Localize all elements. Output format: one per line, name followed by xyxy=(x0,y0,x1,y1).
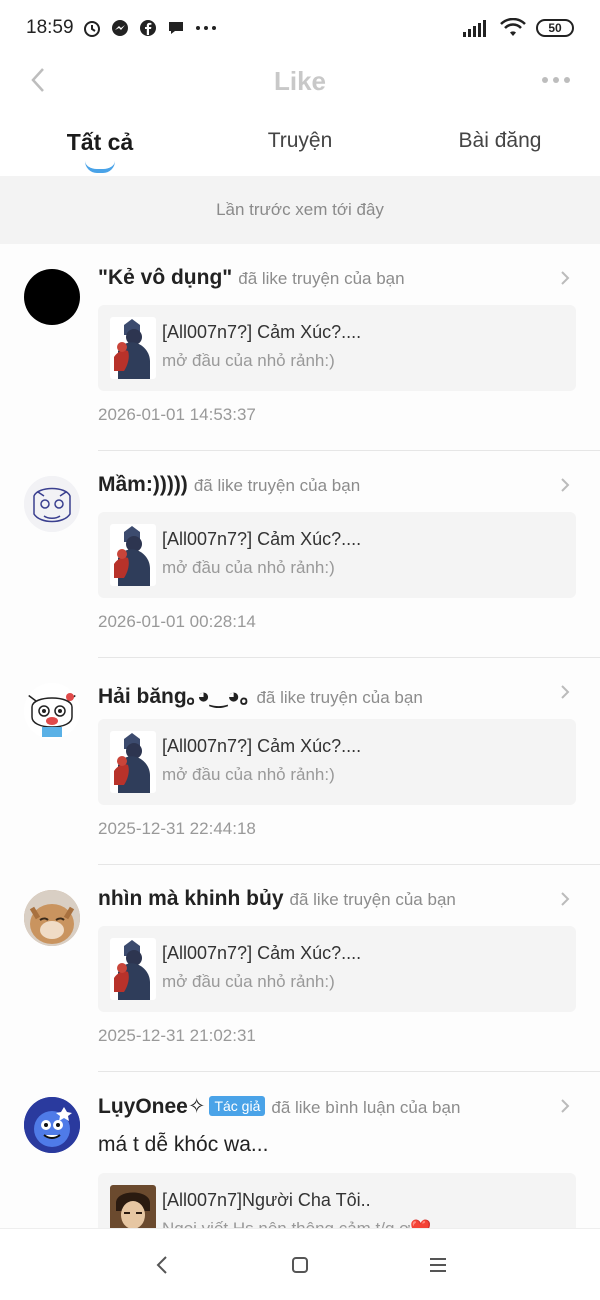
tab-label: Truyện xyxy=(267,129,333,152)
username[interactable]: LụyOnee✧ xyxy=(98,1095,205,1118)
like-feed[interactable]: "Kẻ vô dụng" đã like truyện của bạn [All0… xyxy=(0,244,600,1228)
chevron-right-icon[interactable] xyxy=(558,1099,572,1113)
dot-icon xyxy=(542,77,548,83)
avatar[interactable] xyxy=(24,476,80,532)
chat-bubble-icon xyxy=(166,18,186,38)
username[interactable]: Hải băng｡◕‿◕｡ xyxy=(98,685,250,708)
wifi-icon xyxy=(500,18,526,38)
username[interactable]: Mầm:))))) xyxy=(98,473,188,496)
dot-icon xyxy=(553,77,559,83)
list-item[interactable]: nhìn mà khinh bủy đã like truyện của bạn … xyxy=(0,865,600,1072)
system-nav-bar xyxy=(0,1228,600,1300)
user-line: nhìn mà khinh bủy đã like truyện của bạn xyxy=(98,887,560,911)
story-thumbnail xyxy=(110,938,156,1000)
tab-bar: Tất cả Truyện Bài đăng xyxy=(0,115,600,173)
last-seen-banner: Lần trước xem tới đây xyxy=(0,176,600,244)
list-item[interactable]: Hải băng｡◕‿◕｡ đã like truyện của bạn [All… xyxy=(0,658,600,865)
action-text: đã like bình luận của bạn xyxy=(271,1098,461,1117)
chevron-right-icon[interactable] xyxy=(558,892,572,906)
action-text: đã like truyện của bạn xyxy=(289,890,456,909)
avatar[interactable] xyxy=(24,890,80,946)
status-bar: 18:59 50 xyxy=(0,0,600,56)
story-subtitle: mở đầu của nhỏ rảnh:) xyxy=(162,972,335,991)
home-nav-icon[interactable] xyxy=(286,1251,314,1279)
story-card[interactable]: [All007n7?] Cảm Xúc?.... mở đầu của nhỏ … xyxy=(98,719,576,805)
story-subtitle: mở đầu của nhỏ rảnh:) xyxy=(162,351,335,370)
story-card[interactable]: [All007n7?] Cảm Xúc?.... mở đầu của nhỏ … xyxy=(98,305,576,391)
author-badge: Tác giả xyxy=(209,1096,266,1116)
timestamp: 2026-01-01 00:28:14 xyxy=(98,612,256,631)
menu-nav-icon[interactable] xyxy=(424,1251,452,1279)
story-thumbnail xyxy=(110,731,156,793)
story-title: [All007n7?] Cảm Xúc?.... xyxy=(162,529,362,549)
chevron-right-icon[interactable] xyxy=(558,271,572,285)
avatar[interactable] xyxy=(24,683,80,739)
story-title: [All007n7]Người Cha Tôi.. xyxy=(162,1190,371,1210)
facebook-icon xyxy=(138,18,158,38)
list-item[interactable]: Mầm:))))) đã like truyện của bạn [All007n… xyxy=(0,451,600,658)
tab-posts[interactable]: Bài đăng xyxy=(400,115,600,173)
nav-bar: Like xyxy=(0,56,600,106)
alarm-icon xyxy=(82,18,102,38)
tab-label: Tất cả xyxy=(66,129,134,155)
story-card[interactable]: [All007n7]Người Cha Tôi.. Ngọi viết Hs n… xyxy=(98,1173,576,1228)
timestamp: 2025-12-31 22:44:18 xyxy=(98,819,256,838)
avatar[interactable] xyxy=(24,269,80,325)
avatar[interactable] xyxy=(24,1097,80,1153)
user-line: "Kẻ vô dụng" đã like truyện của bạn xyxy=(98,266,560,290)
dot-icon xyxy=(564,77,570,83)
active-tab-indicator xyxy=(85,161,115,173)
story-thumbnail xyxy=(110,1185,156,1228)
story-title: [All007n7?] Cảm Xúc?.... xyxy=(162,736,362,756)
story-thumbnail xyxy=(110,317,156,379)
back-nav-icon[interactable] xyxy=(148,1251,176,1279)
more-options-button[interactable] xyxy=(536,62,576,98)
story-card[interactable]: [All007n7?] Cảm Xúc?.... mở đầu của nhỏ … xyxy=(98,926,576,1012)
messenger-icon xyxy=(110,18,130,38)
signal-icon xyxy=(462,18,490,38)
story-title: [All007n7?] Cảm Xúc?.... xyxy=(162,322,362,342)
comment-text: má t dễ khóc wa... xyxy=(98,1133,269,1156)
username[interactable]: nhìn mà khinh bủy xyxy=(98,887,284,910)
timestamp: 2026-01-01 14:53:37 xyxy=(98,405,256,424)
chevron-right-icon[interactable] xyxy=(558,478,572,492)
list-item[interactable]: "Kẻ vô dụng" đã like truyện của bạn [All0… xyxy=(0,244,600,451)
back-button[interactable] xyxy=(20,62,56,98)
user-line: Hải băng｡◕‿◕｡ đã like truyện của bạn xyxy=(98,680,560,710)
action-text: đã like truyện của bạn xyxy=(256,688,423,707)
story-subtitle: mở đầu của nhỏ rảnh:) xyxy=(162,558,335,577)
page-title: Like xyxy=(273,65,327,96)
more-icon xyxy=(194,18,218,38)
story-thumbnail xyxy=(110,524,156,586)
tab-all[interactable]: Tất cả xyxy=(0,115,200,173)
tab-label: Bài đăng xyxy=(458,129,542,152)
username[interactable]: "Kẻ vô dụng" xyxy=(98,266,232,289)
story-title: [All007n7?] Cảm Xúc?.... xyxy=(162,943,362,963)
tab-stories[interactable]: Truyện xyxy=(200,115,400,173)
status-time: 18:59 xyxy=(26,17,74,38)
timestamp: 2025-12-31 21:02:31 xyxy=(98,1026,256,1045)
story-subtitle: mở đầu của nhỏ rảnh:) xyxy=(162,765,335,784)
story-card[interactable]: [All007n7?] Cảm Xúc?.... mở đầu của nhỏ … xyxy=(98,512,576,598)
chevron-right-icon[interactable] xyxy=(558,685,572,699)
story-subtitle: Ngọi viết Hs nên thông cảm t/g ơ❤️ xyxy=(162,1219,432,1228)
list-item[interactable]: LụyOnee✧ Tác giả đã like bình luận của bạn… xyxy=(0,1072,600,1228)
chevron-left-icon xyxy=(31,68,44,92)
user-line: Mầm:))))) đã like truyện của bạn xyxy=(98,473,560,497)
action-text: đã like truyện của bạn xyxy=(193,476,361,495)
battery-icon: 50 xyxy=(536,19,574,37)
user-line: LụyOnee✧ Tác giả đã like bình luận của bạn xyxy=(98,1094,560,1119)
action-text: đã like truyện của bạn xyxy=(238,269,405,288)
